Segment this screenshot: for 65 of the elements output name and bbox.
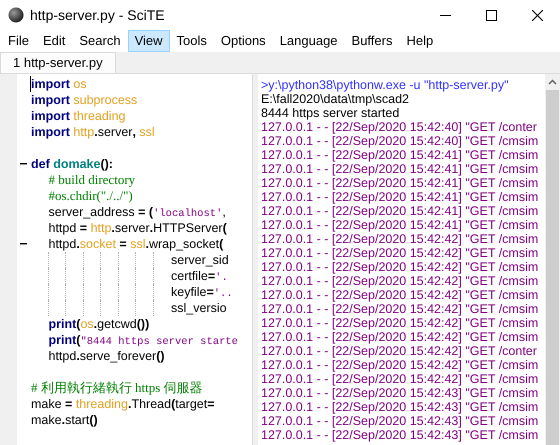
menu-item[interactable]: Search	[72, 30, 128, 52]
code-line: #os.chdir("./../")	[48, 188, 133, 204]
output-line: 127.0.0.1 - - [22/Sep/2020 15:42:42] "GET /cmsim	[261, 288, 538, 302]
output-line: 127.0.0.1 - - [22/Sep/2020 15:42:42] "GET /cmsim	[261, 232, 538, 246]
output-line: 127.0.0.1 - - [22/Sep/2020 15:42:42] "GET /cmsim	[261, 274, 538, 288]
output-line: 127.0.0.1 - - [22/Sep/2020 15:42:42] "GET /cmsim	[261, 330, 538, 344]
close-icon	[532, 10, 542, 20]
output-line: 127.0.0.1 - - [22/Sep/2020 15:42:42] "GET /conter	[261, 344, 537, 358]
menu-item[interactable]: View	[128, 30, 170, 52]
code-line: httpd = http.server.HTTPServer(	[48, 220, 227, 236]
menu-item[interactable]: Help	[399, 30, 440, 52]
fold-minus-icon[interactable]	[20, 243, 27, 245]
code-continuation-line: ssl_versio	[171, 300, 227, 316]
maximize-icon	[486, 10, 496, 20]
menu-item[interactable]: Edit	[36, 30, 72, 52]
code-line: import threading	[31, 108, 126, 124]
scrollbar-thumb[interactable]	[546, 90, 559, 445]
code-line: httpd.socket = ssl.wrap_socket(	[48, 236, 224, 252]
output-line: 127.0.0.1 - - [22/Sep/2020 15:42:42] "GET /cmsim	[261, 246, 538, 260]
output-line: 127.0.0.1 - - [22/Sep/2020 15:42:42] "GET /cmsim	[261, 260, 538, 274]
code-line: make.start()	[31, 412, 98, 428]
code-line: httpd.serve_forever()	[48, 348, 165, 364]
code-continuation-line: server_sid	[171, 252, 229, 268]
output-line: 127.0.0.1 - - [22/Sep/2020 15:42:43] "GET /cmsim	[261, 428, 538, 442]
code-continuation-line: keyfile='..	[171, 284, 233, 300]
output-line: 127.0.0.1 - - [22/Sep/2020 15:42:40] "GET /cmsim	[261, 134, 538, 148]
output-line: >y:\python38\pythonw.exe -u "http-server.py"	[261, 78, 509, 92]
code-line: import http.server, ssl	[31, 124, 155, 140]
output-line: E:\fall2020\data\tmp\scad2	[261, 92, 410, 106]
output-line: 127.0.0.1 - - [22/Sep/2020 15:42:43] "GET /cmsim	[261, 400, 538, 414]
scrollbar[interactable]	[545, 74, 560, 445]
code-line: # build directory	[48, 172, 136, 188]
output-line: 127.0.0.1 - - [22/Sep/2020 15:42:42] "GET /cmsim	[261, 302, 538, 316]
code-line: import subprocess	[31, 92, 138, 108]
menu-item[interactable]: Language	[272, 30, 345, 52]
fold-minus-icon[interactable]	[20, 163, 27, 165]
output-line: 8444 https server started	[261, 106, 400, 120]
code-line: def domake():	[31, 156, 113, 172]
menu-item[interactable]: Options	[214, 30, 273, 52]
menu-item[interactable]: Tools	[170, 30, 214, 52]
output-line: 127.0.0.1 - - [22/Sep/2020 15:42:41] "GET /cmsim	[261, 204, 538, 218]
output-line: 127.0.0.1 - - [22/Sep/2020 15:42:41] "GET /cmsim	[261, 148, 538, 162]
menu-item[interactable]: Buffers	[344, 30, 400, 52]
app-icon	[8, 7, 24, 23]
code-line: print(os.getcwd())	[48, 316, 150, 332]
file-tab[interactable]: 1 http-server.py	[0, 52, 116, 73]
minimize-icon	[440, 14, 450, 16]
output-line: 127.0.0.1 - - [22/Sep/2020 15:42:41] "GET /cmsim	[261, 218, 538, 232]
output-line: 127.0.0.1 - - [22/Sep/2020 15:42:40] "GET /conter	[261, 120, 537, 134]
output-line: 127.0.0.1 - - [22/Sep/2020 15:42:41] "GET /cmsim	[261, 176, 538, 190]
output-line: 127.0.0.1 - - [22/Sep/2020 15:42:42] "GET /cmsim	[261, 372, 538, 386]
output-line: 127.0.0.1 - - [22/Sep/2020 15:42:43] "GET /cmsim	[261, 414, 538, 428]
window-title: http-server.py - SciTE	[30, 6, 165, 25]
output-line: 127.0.0.1 - - [22/Sep/2020 15:42:43] "GET /cmsim	[261, 386, 538, 400]
output-line: 127.0.0.1 - - [22/Sep/2020 15:42:42] "GET /cmsim	[261, 358, 538, 372]
code-continuation-line: certfile='.	[171, 268, 228, 284]
menu-item[interactable]: File	[1, 30, 36, 52]
output-line: 127.0.0.1 - - [22/Sep/2020 15:42:42] "GET /cmsim	[261, 316, 538, 330]
scroll-up-icon[interactable]	[548, 79, 557, 85]
output-line: 127.0.0.1 - - [22/Sep/2020 15:42:41] "GET /cmsim	[261, 190, 538, 204]
output-line: 127.0.0.1 - - [22/Sep/2020 15:42:41] "GET /cmsim	[261, 162, 538, 176]
code-line: make = threading.Thread(target=	[31, 396, 215, 412]
code-line: import os	[31, 76, 87, 92]
text-cursor	[30, 76, 31, 92]
code-line: # 利用執行緒執行 https 伺服器	[31, 380, 203, 396]
